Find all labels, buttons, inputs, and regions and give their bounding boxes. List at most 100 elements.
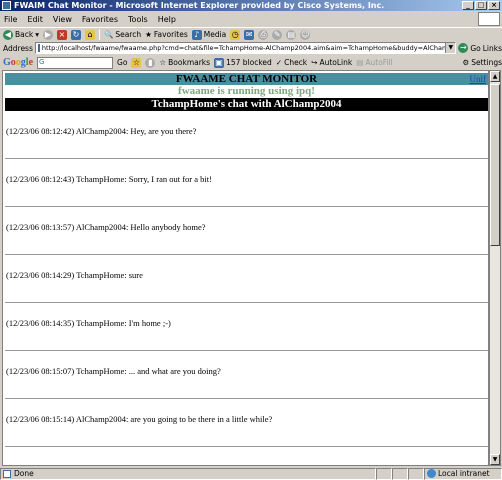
status-cell xyxy=(392,467,408,480)
menu-edit[interactable]: Edit xyxy=(27,15,43,24)
menu-favorites[interactable]: Favorites xyxy=(82,15,118,24)
chat-message-text: (12/23/06 08:12:43) TchampHome: Sorry, I… xyxy=(6,174,212,184)
bookmarks-label: Bookmarks xyxy=(168,58,211,67)
minimize-icon[interactable]: _ xyxy=(462,1,474,10)
autofill-button[interactable]: ▤ AutoFill xyxy=(356,58,393,67)
chat-message: (12/23/06 08:15:07) TchampHome: ... and … xyxy=(5,351,488,399)
scrollbar-thumb[interactable] xyxy=(490,84,500,246)
favorites-button[interactable]: ★ Favorites xyxy=(145,30,188,39)
popup-blocker-button[interactable]: ▣ 157 blocked xyxy=(214,57,272,68)
favorites-label: Favorites xyxy=(153,30,188,39)
zone-label: Local intranet xyxy=(438,469,490,478)
chat-message: (12/23/06 08:14:35) TchampHome: I'm home… xyxy=(5,303,488,351)
window-title: FWAIM Chat Monitor - Microsoft Internet … xyxy=(14,1,385,10)
menu-help[interactable]: Help xyxy=(158,15,176,24)
edit-icon[interactable]: ✎ xyxy=(272,29,283,40)
chevron-down-icon: ▾ xyxy=(35,30,39,39)
search-icon: 🔍 xyxy=(103,30,114,39)
page-header: FWAAME CHAT MONITOR Unif xyxy=(5,73,488,85)
scroll-up-icon[interactable]: ▲ xyxy=(490,71,500,82)
star-icon: ☆ xyxy=(159,58,167,67)
chat-message-text: (12/23/06 08:13:57) AlChamp2004: Hello a… xyxy=(6,222,206,232)
stop-icon[interactable]: × xyxy=(56,29,67,40)
spellcheck-button[interactable]: ✓ Check xyxy=(276,58,307,67)
status-text: Done xyxy=(14,469,34,478)
page-done-icon xyxy=(3,469,11,478)
forward-arrow-icon[interactable]: ▶ xyxy=(42,29,53,40)
autofill-icon: ▤ xyxy=(356,58,364,67)
back-button[interactable]: ◀ Back ▾ xyxy=(3,29,39,40)
refresh-icon[interactable]: ↻ xyxy=(70,29,81,40)
settings-button[interactable]: ⚙ Settings xyxy=(463,58,502,67)
google-toolbar: Google G Go ☆ ▮ ☆ Bookmarks ▣ 157 blocke… xyxy=(0,55,502,70)
google-logo-letter: G xyxy=(3,57,11,68)
media-button[interactable]: ♪ Media xyxy=(191,29,227,40)
chat-message: (12/23/06 08:13:57) AlChamp2004: Hello a… xyxy=(5,207,488,255)
media-icon: ♪ xyxy=(191,29,202,40)
go-button[interactable]: → Go xyxy=(458,43,481,53)
menu-tools[interactable]: Tools xyxy=(128,15,148,24)
page-title: FWAAME CHAT MONITOR xyxy=(175,73,318,85)
messenger-icon[interactable]: ☺ xyxy=(300,29,311,40)
scroll-down-icon[interactable]: ▼ xyxy=(490,454,500,465)
menu-view[interactable]: View xyxy=(53,15,72,24)
go-arrow-icon: → xyxy=(458,43,469,53)
address-input[interactable]: http://localhost/fwaame/fwaame.php?cmd=c… xyxy=(34,42,457,54)
window-controls: _ □ × xyxy=(462,1,500,10)
media-label: Media xyxy=(203,30,227,39)
address-bar: Address http://localhost/fwaame/fwaame.p… xyxy=(0,41,502,55)
chat-message: (12/23/06 08:12:43) TchampHome: Sorry, I… xyxy=(5,159,488,207)
status-cell xyxy=(408,467,424,480)
chat-message: (12/23/06 08:14:29) TchampHome: sure xyxy=(5,255,488,303)
close-icon[interactable]: × xyxy=(488,1,500,10)
favorite-site-icon[interactable]: ☆ xyxy=(131,57,142,68)
page-content: FWAAME CHAT MONITOR Unif fwaame is runni… xyxy=(2,70,489,466)
status-text-area: Done xyxy=(0,467,376,480)
links-label[interactable]: Links xyxy=(483,44,502,53)
running-status: fwaame is running using ipq! xyxy=(178,85,315,97)
address-url: http://localhost/fwaame/fwaame.php?cmd=c… xyxy=(41,44,457,52)
history-icon[interactable]: ◷ xyxy=(230,29,241,40)
maximize-icon[interactable]: □ xyxy=(475,1,487,10)
status-cell xyxy=(376,467,392,480)
go-label: Go xyxy=(470,43,481,53)
chat-message-text: (12/23/06 08:14:29) TchampHome: sure xyxy=(6,270,143,280)
popup-blocked-label: 157 blocked xyxy=(226,58,272,67)
google-go-label: Go xyxy=(117,58,128,67)
menu-file[interactable]: File xyxy=(4,15,17,24)
address-label: Address xyxy=(3,43,33,53)
vertical-scrollbar[interactable]: ▲ ▼ xyxy=(489,70,501,466)
ie-app-icon xyxy=(2,1,11,10)
settings-label: Settings xyxy=(471,58,502,67)
back-label: Back xyxy=(15,30,34,39)
chevron-down-icon[interactable]: ▼ xyxy=(445,43,456,53)
bookmarks-button[interactable]: ☆ Bookmarks xyxy=(159,58,210,67)
chat-message-text: (12/23/06 08:12:42) AlChamp2004: Hey, ar… xyxy=(6,126,197,136)
mail-icon[interactable]: ✉ xyxy=(244,29,255,40)
toolbar-divider xyxy=(98,29,100,40)
chat-message-text: (12/23/06 08:15:14) AlChamp2004: are you… xyxy=(6,414,273,424)
pagerank-icon[interactable]: ▮ xyxy=(145,57,156,68)
security-zone: Local intranet xyxy=(424,467,502,480)
standard-toolbar: ◀ Back ▾ ▶ × ↻ ⌂ 🔍 Search ★ Favorites ♪ … xyxy=(0,27,502,41)
google-logo: Google xyxy=(3,57,33,68)
windows-logo-icon xyxy=(478,12,500,26)
google-logo-letter: e xyxy=(28,57,34,68)
discuss-icon[interactable]: ▤ xyxy=(286,29,297,40)
menu-bar: File Edit View Favorites Tools Help xyxy=(0,12,502,26)
chat-message-text: (12/23/06 08:14:35) TchampHome: I'm home… xyxy=(6,318,171,328)
chat-message: (12/23/06 08:15:14) AlChamp2004: are you… xyxy=(5,399,488,447)
autolink-label: AutoLink xyxy=(319,58,353,67)
header-link[interactable]: Unif xyxy=(470,73,487,85)
autolink-icon: ↪ xyxy=(311,58,318,67)
intranet-globe-icon xyxy=(427,469,436,478)
autofill-label: AutoFill xyxy=(365,58,393,67)
autolink-button[interactable]: ↪ AutoLink xyxy=(311,58,352,67)
google-search-input[interactable]: G xyxy=(37,56,114,69)
print-icon[interactable]: ⎙ xyxy=(258,29,269,40)
search-button[interactable]: 🔍 Search xyxy=(104,30,141,39)
home-icon[interactable]: ⌂ xyxy=(84,29,95,40)
google-go-button[interactable]: Go xyxy=(117,58,127,67)
back-arrow-icon: ◀ xyxy=(3,29,13,40)
popup-blocked-icon: ▣ xyxy=(214,57,225,68)
